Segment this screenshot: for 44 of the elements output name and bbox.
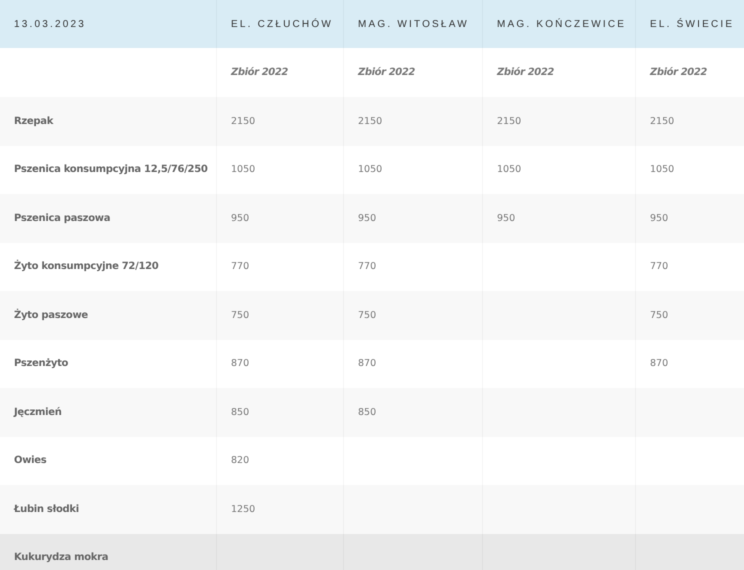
price-cell: 950 xyxy=(231,212,250,224)
price-cell: 2150 xyxy=(358,116,382,127)
product-name: Jęczmień xyxy=(14,406,62,418)
price-cell: 750 xyxy=(231,310,250,321)
column-header: MAG. KOŃCZEWICE xyxy=(497,18,626,30)
price-cell: 770 xyxy=(358,261,376,272)
price-cell: 870 xyxy=(358,358,376,370)
product-name: Żyto paszowe xyxy=(14,310,88,321)
product-name: Kukurydza mokra xyxy=(14,552,108,564)
price-cell: 950 xyxy=(650,212,668,224)
harvest-label: Zbiór 2022 xyxy=(497,67,554,78)
harvest-label: Zbiór 2022 xyxy=(650,67,707,78)
price-cell: 750 xyxy=(650,310,668,321)
product-name: Owies xyxy=(14,455,46,466)
harvest-label: Zbiór 2022 xyxy=(231,67,288,78)
price-cell: 1250 xyxy=(231,504,256,515)
price-cell: 1050 xyxy=(650,164,674,176)
harvest-label: Zbiór 2022 xyxy=(358,67,415,78)
price-cell: 850 xyxy=(231,406,250,418)
price-cell: 1050 xyxy=(358,164,382,176)
price-cell: 2150 xyxy=(497,116,522,127)
price-cell: 1050 xyxy=(231,164,256,176)
price-cell: 770 xyxy=(650,261,668,272)
price-cell: 850 xyxy=(358,406,376,418)
price-cell: 870 xyxy=(231,358,250,370)
price-cell: 2150 xyxy=(231,116,256,127)
column-header: EL. CZŁUCHÓW xyxy=(231,18,333,30)
column-header: MAG. WITOSŁAW xyxy=(358,18,469,30)
product-name: Rzepak xyxy=(14,116,54,127)
price-cell: 820 xyxy=(231,455,250,466)
column-header: EL. ŚWIECIE xyxy=(650,18,734,30)
price-cell: 950 xyxy=(497,212,516,224)
product-name: Pszenica paszowa xyxy=(14,212,110,224)
price-cell: 870 xyxy=(650,358,668,370)
price-cell: 1050 xyxy=(497,164,522,176)
product-name: Żyto konsumpcyjne 72/120 xyxy=(14,261,158,272)
product-name: Pszenżyto xyxy=(14,358,68,370)
price-cell: 750 xyxy=(358,310,376,321)
column-header: 13.03.2023 xyxy=(14,18,86,30)
product-name: Łubin słodki xyxy=(14,504,79,515)
price-cell: 950 xyxy=(358,212,376,224)
product-name: Pszenica konsumpcyjna 12,5/76/250 xyxy=(14,164,208,176)
price-cell: 770 xyxy=(231,261,250,272)
price-cell: 2150 xyxy=(650,116,674,127)
